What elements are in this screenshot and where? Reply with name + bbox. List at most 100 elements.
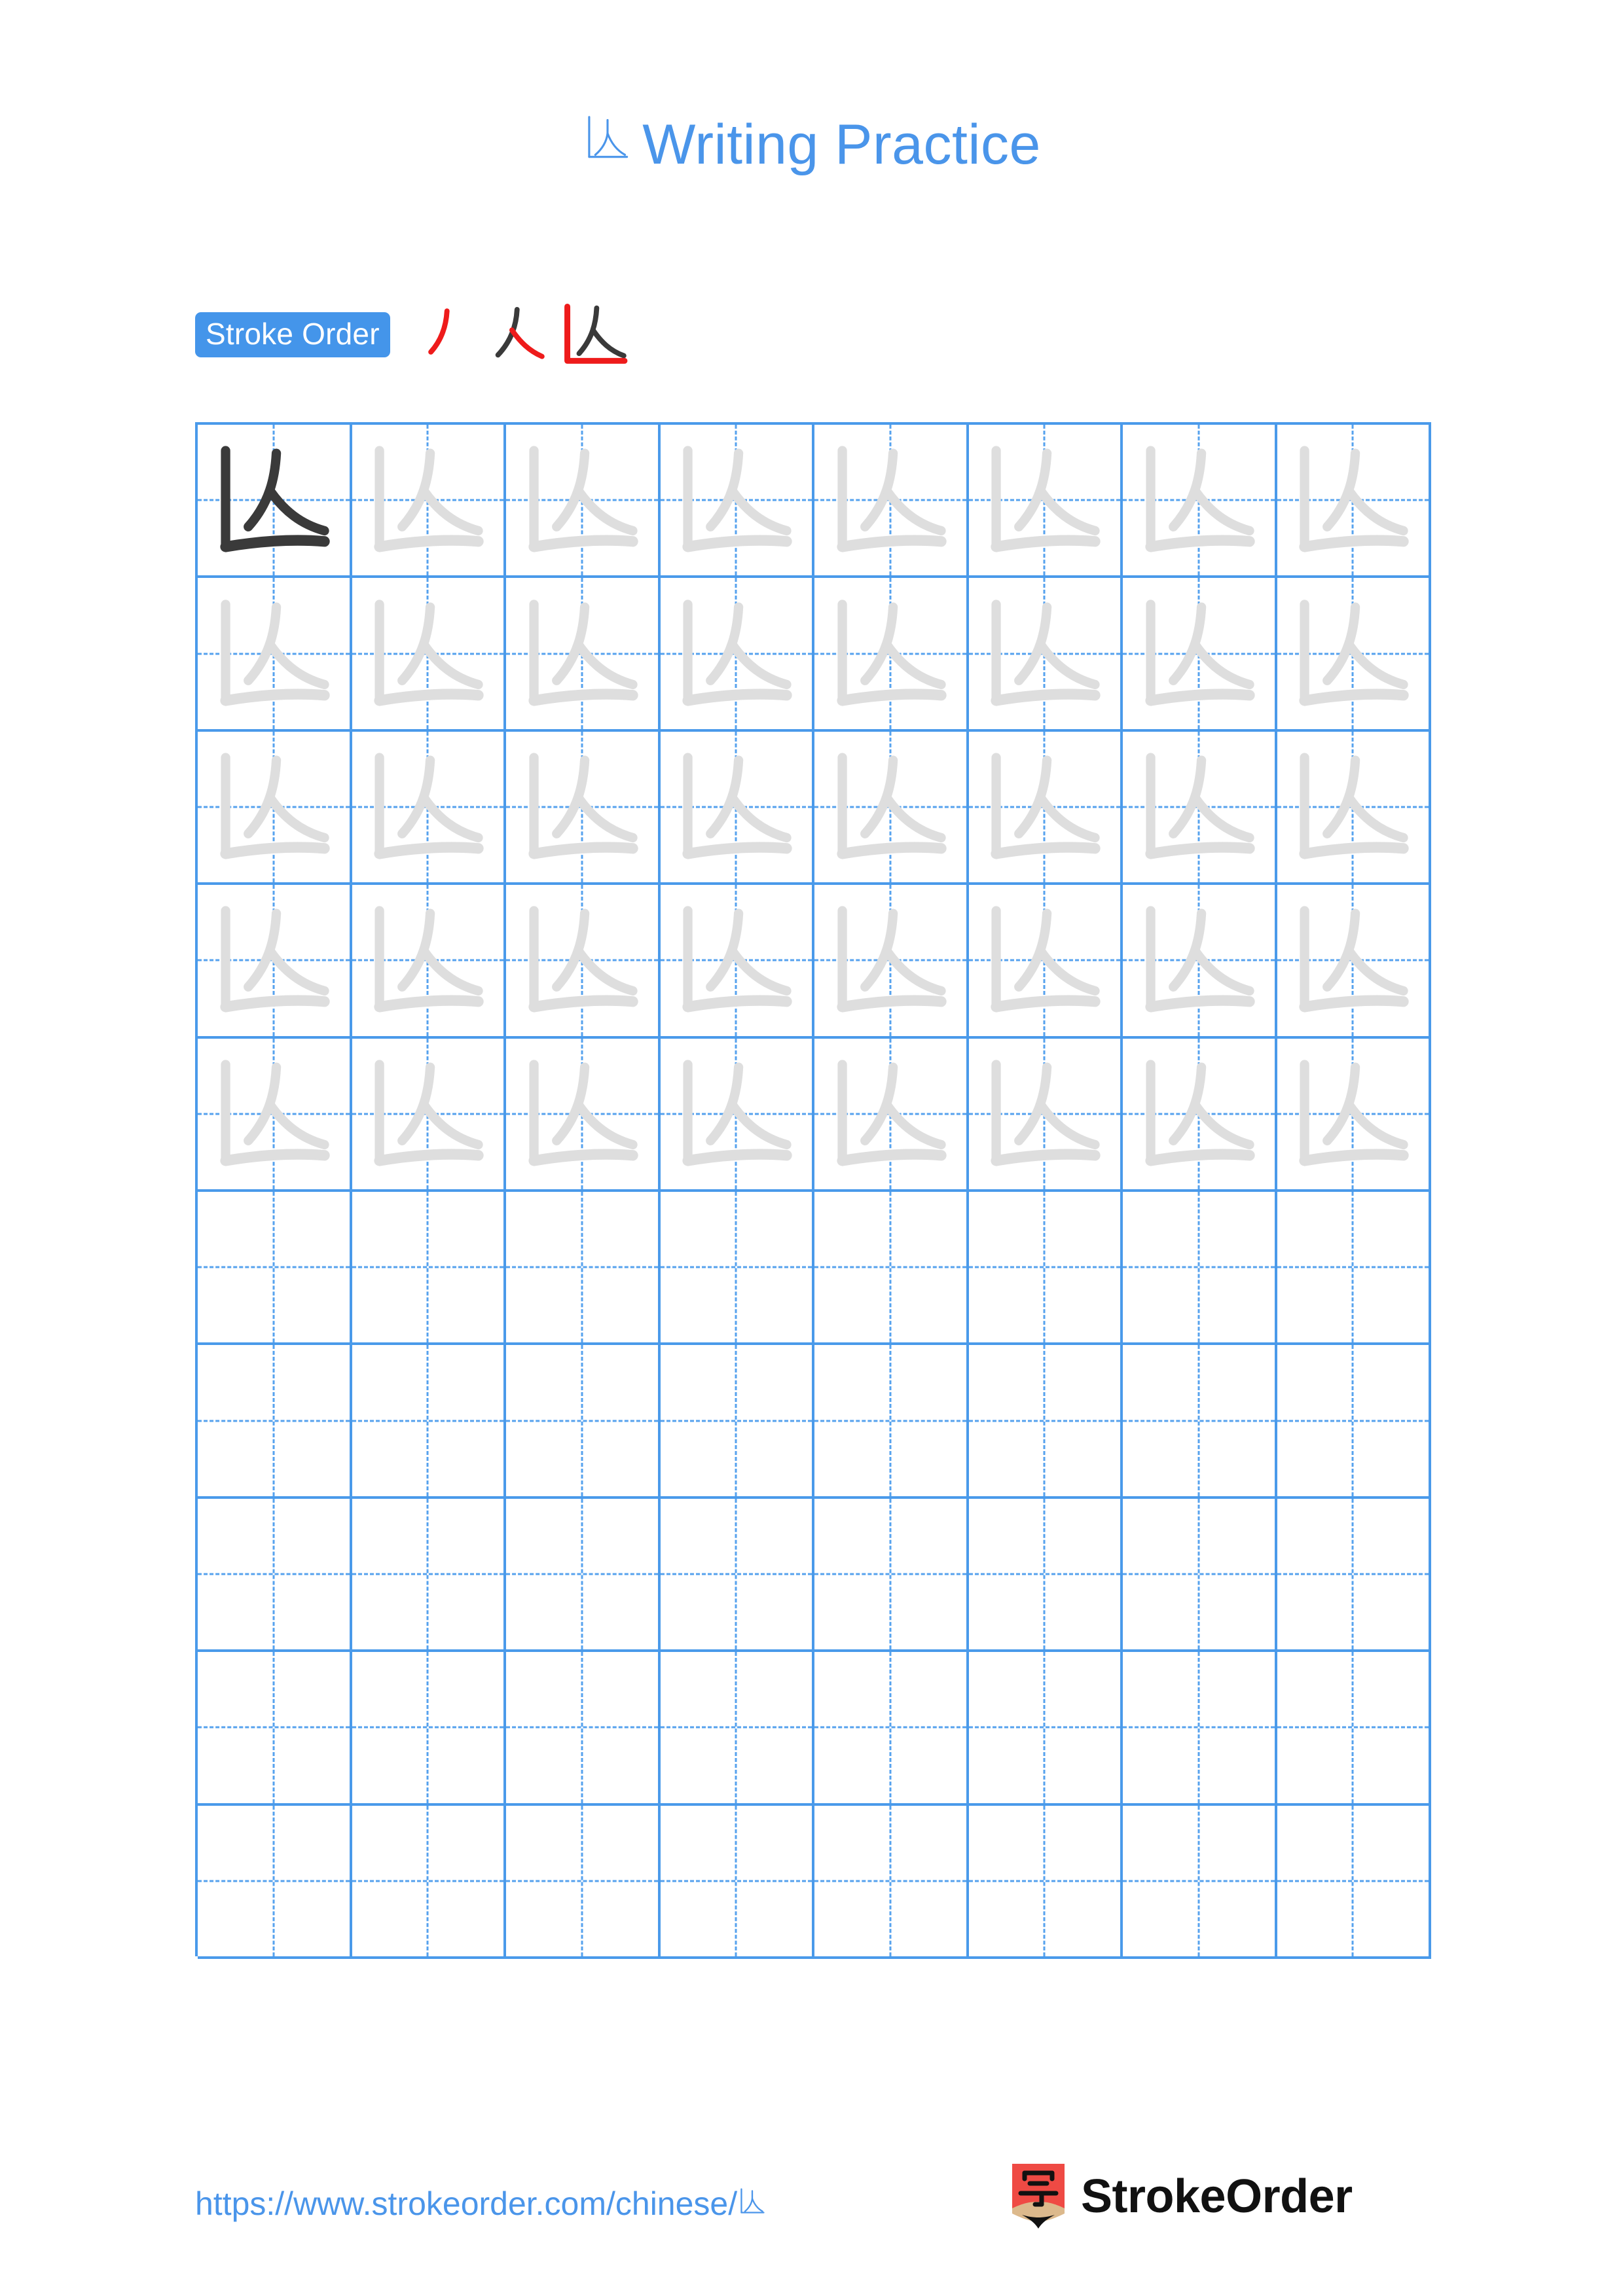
grid-cell-r7-c8[interactable] bbox=[1277, 1345, 1431, 1496]
grid-cell-r4-c6[interactable] bbox=[969, 885, 1123, 1036]
grid-cell-r10-c7[interactable] bbox=[1123, 1805, 1277, 1956]
grid-cell-r4-c4[interactable] bbox=[661, 885, 814, 1036]
grid-row bbox=[198, 1191, 1431, 1346]
grid-cell-r6-c3[interactable] bbox=[506, 1191, 661, 1343]
grid-cell-r2-c4[interactable] bbox=[661, 578, 814, 729]
grid-cell-r4-c1[interactable] bbox=[198, 885, 352, 1036]
grid-cell-r9-c6[interactable] bbox=[969, 1652, 1123, 1803]
grid-row bbox=[198, 731, 1431, 886]
trace-character-glyph bbox=[977, 433, 1111, 567]
title-text: Writing Practice bbox=[642, 113, 1041, 176]
grid-cell-r7-c1[interactable] bbox=[198, 1345, 352, 1496]
grid-cell-r5-c6[interactable] bbox=[969, 1038, 1123, 1189]
grid-cell-r1-c6[interactable] bbox=[969, 425, 1123, 576]
grid-cell-r10-c3[interactable] bbox=[506, 1805, 661, 1956]
grid-cell-r2-c8[interactable] bbox=[1277, 578, 1431, 729]
grid-cell-r4-c2[interactable] bbox=[352, 885, 506, 1036]
grid-cell-r2-c7[interactable] bbox=[1123, 578, 1277, 729]
grid-cell-r9-c2[interactable] bbox=[352, 1652, 506, 1803]
grid-cell-r5-c4[interactable] bbox=[661, 1038, 814, 1189]
grid-cell-r7-c4[interactable] bbox=[661, 1345, 814, 1496]
grid-cell-r8-c5[interactable] bbox=[814, 1498, 969, 1650]
grid-cell-r5-c5[interactable] bbox=[814, 1038, 969, 1189]
grid-cell-r10-c6[interactable] bbox=[969, 1805, 1123, 1956]
grid-cell-r6-c5[interactable] bbox=[814, 1191, 969, 1343]
trace-character-glyph bbox=[361, 587, 494, 721]
trace-character-glyph bbox=[824, 587, 957, 721]
grid-cell-r5-c7[interactable] bbox=[1123, 1038, 1277, 1189]
grid-cell-r7-c2[interactable] bbox=[352, 1345, 506, 1496]
grid-cell-r8-c7[interactable] bbox=[1123, 1498, 1277, 1650]
grid-cell-r5-c8[interactable] bbox=[1277, 1038, 1431, 1189]
grid-cell-r1-c2[interactable] bbox=[352, 425, 506, 576]
stroke-order-badge: Stroke Order bbox=[195, 312, 390, 357]
grid-cell-r7-c3[interactable] bbox=[506, 1345, 661, 1496]
grid-cell-r8-c3[interactable] bbox=[506, 1498, 661, 1650]
trace-character-glyph bbox=[1132, 587, 1266, 721]
grid-cell-r4-c3[interactable] bbox=[506, 885, 661, 1036]
grid-cell-r3-c4[interactable] bbox=[661, 731, 814, 883]
grid-cell-r7-c6[interactable] bbox=[969, 1345, 1123, 1496]
grid-cell-r1-c7[interactable] bbox=[1123, 425, 1277, 576]
pencil-logo-icon bbox=[1010, 2162, 1067, 2231]
grid-cell-r3-c3[interactable] bbox=[506, 731, 661, 883]
grid-cell-r3-c7[interactable] bbox=[1123, 731, 1277, 883]
grid-cell-r5-c2[interactable] bbox=[352, 1038, 506, 1189]
footer-brand[interactable]: StrokeOrder bbox=[1010, 2162, 1353, 2231]
grid-cell-r9-c3[interactable] bbox=[506, 1652, 661, 1803]
grid-cell-r9-c1[interactable] bbox=[198, 1652, 352, 1803]
trace-character-glyph bbox=[515, 893, 649, 1027]
grid-row bbox=[198, 1038, 1431, 1192]
trace-character-glyph bbox=[824, 893, 957, 1027]
grid-cell-r5-c3[interactable] bbox=[506, 1038, 661, 1189]
grid-cell-r3-c6[interactable] bbox=[969, 731, 1123, 883]
grid-cell-r3-c5[interactable] bbox=[814, 731, 969, 883]
grid-cell-r3-c8[interactable] bbox=[1277, 731, 1431, 883]
grid-cell-r10-c2[interactable] bbox=[352, 1805, 506, 1956]
grid-cell-r8-c2[interactable] bbox=[352, 1498, 506, 1650]
footer-url-character-glyph bbox=[737, 2185, 767, 2217]
grid-cell-r8-c1[interactable] bbox=[198, 1498, 352, 1650]
grid-cell-r9-c8[interactable] bbox=[1277, 1652, 1431, 1803]
grid-cell-r8-c6[interactable] bbox=[969, 1498, 1123, 1650]
grid-cell-r10-c5[interactable] bbox=[814, 1805, 969, 1956]
grid-cell-r4-c8[interactable] bbox=[1277, 885, 1431, 1036]
footer-url[interactable]: https://www.strokeorder.com/chinese/ bbox=[195, 2185, 767, 2222]
grid-cell-r2-c3[interactable] bbox=[506, 578, 661, 729]
grid-cell-r1-c1[interactable] bbox=[198, 425, 352, 576]
grid-cell-r6-c7[interactable] bbox=[1123, 1191, 1277, 1343]
grid-row bbox=[198, 1345, 1431, 1499]
grid-cell-r8-c4[interactable] bbox=[661, 1498, 814, 1650]
grid-cell-r6-c4[interactable] bbox=[661, 1191, 814, 1343]
trace-character-glyph bbox=[669, 587, 803, 721]
grid-cell-r4-c5[interactable] bbox=[814, 885, 969, 1036]
grid-cell-r9-c5[interactable] bbox=[814, 1652, 969, 1803]
grid-cell-r6-c1[interactable] bbox=[198, 1191, 352, 1343]
grid-cell-r10-c4[interactable] bbox=[661, 1805, 814, 1956]
grid-cell-r3-c1[interactable] bbox=[198, 731, 352, 883]
trace-character-glyph bbox=[1286, 1047, 1419, 1181]
grid-cell-r5-c1[interactable] bbox=[198, 1038, 352, 1189]
grid-cell-r6-c6[interactable] bbox=[969, 1191, 1123, 1343]
grid-cell-r6-c8[interactable] bbox=[1277, 1191, 1431, 1343]
grid-cell-r2-c6[interactable] bbox=[969, 578, 1123, 729]
grid-cell-r1-c8[interactable] bbox=[1277, 425, 1431, 576]
grid-cell-r4-c7[interactable] bbox=[1123, 885, 1277, 1036]
grid-cell-r9-c7[interactable] bbox=[1123, 1652, 1277, 1803]
grid-cell-r2-c2[interactable] bbox=[352, 578, 506, 729]
trace-character-glyph bbox=[977, 1047, 1111, 1181]
grid-row bbox=[198, 1805, 1431, 1959]
grid-cell-r2-c5[interactable] bbox=[814, 578, 969, 729]
grid-cell-r1-c4[interactable] bbox=[661, 425, 814, 576]
grid-cell-r7-c7[interactable] bbox=[1123, 1345, 1277, 1496]
grid-cell-r1-c5[interactable] bbox=[814, 425, 969, 576]
grid-cell-r6-c2[interactable] bbox=[352, 1191, 506, 1343]
grid-cell-r8-c8[interactable] bbox=[1277, 1498, 1431, 1650]
grid-cell-r1-c3[interactable] bbox=[506, 425, 661, 576]
grid-cell-r9-c4[interactable] bbox=[661, 1652, 814, 1803]
grid-cell-r10-c8[interactable] bbox=[1277, 1805, 1431, 1956]
grid-cell-r10-c1[interactable] bbox=[198, 1805, 352, 1956]
grid-cell-r7-c5[interactable] bbox=[814, 1345, 969, 1496]
grid-cell-r2-c1[interactable] bbox=[198, 578, 352, 729]
grid-cell-r3-c2[interactable] bbox=[352, 731, 506, 883]
